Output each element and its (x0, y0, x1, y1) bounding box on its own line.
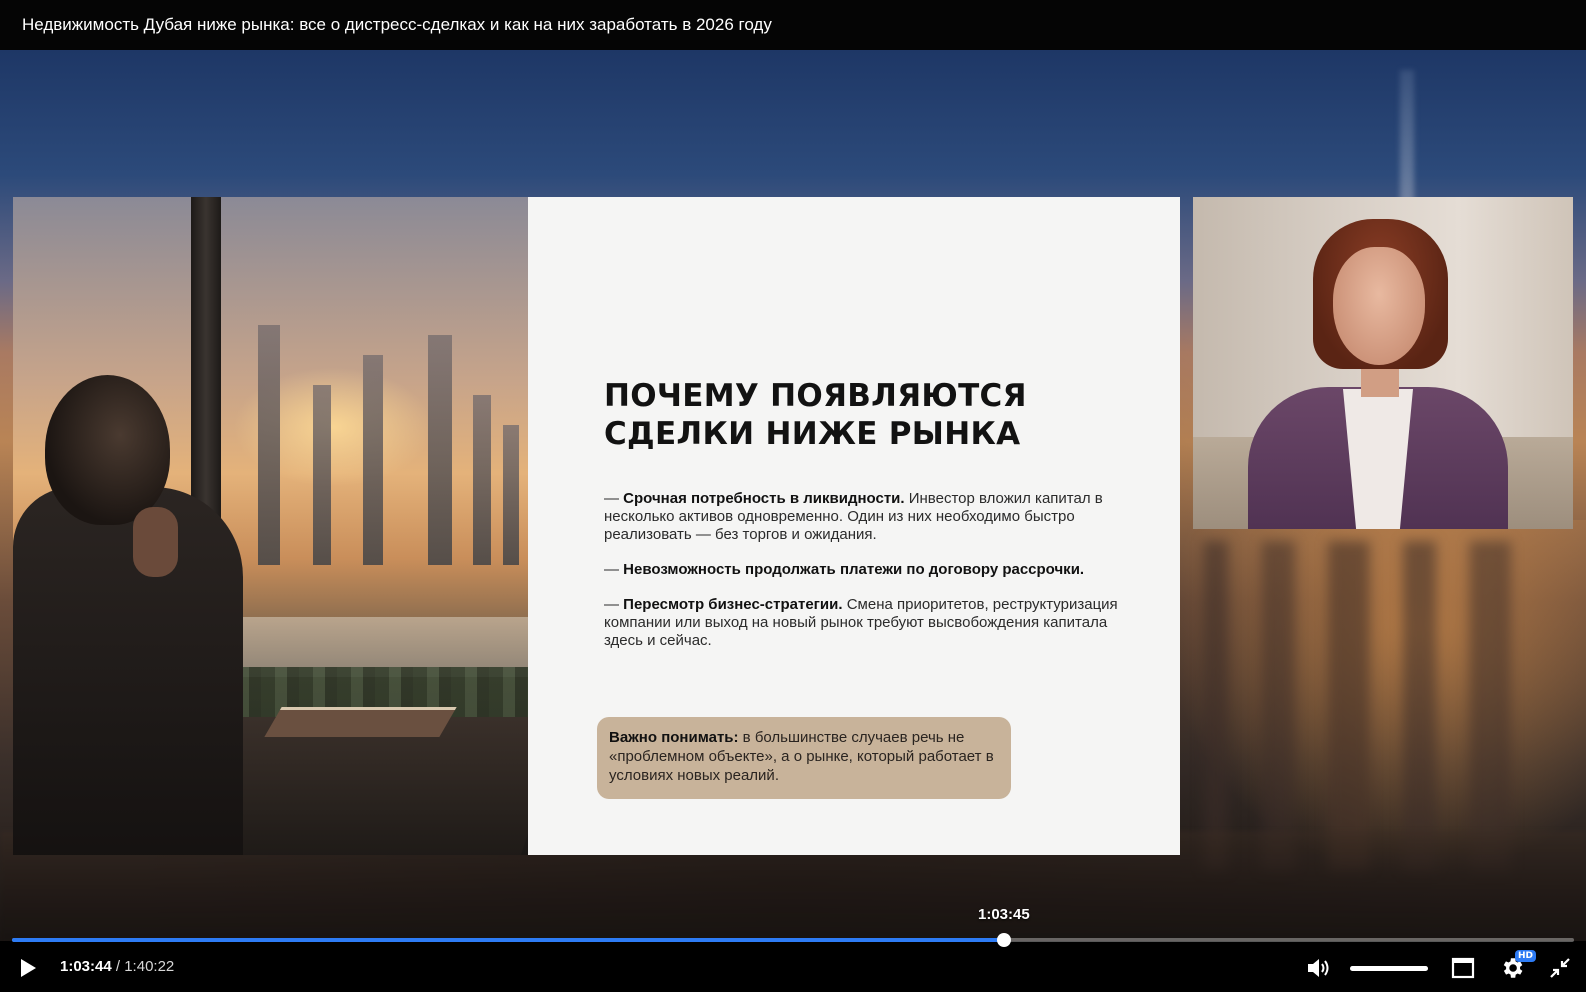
bullet-bold: Срочная потребность в ликвидности. (623, 490, 905, 507)
video-title-bar: Недвижимость Дубая ниже рынка: все о дис… (0, 0, 1586, 50)
background-tower (1400, 70, 1414, 210)
note-bold: Важно понимать: (609, 729, 739, 746)
slide-bullet-list: — Срочная потребность в ликвидности. Инв… (604, 490, 1134, 667)
man-hand (133, 507, 178, 577)
time-separator: / (111, 958, 125, 975)
current-time: 1:03:44 (60, 958, 112, 975)
hover-timestamp: 1:03:45 (978, 906, 1030, 923)
man-head (45, 375, 170, 525)
slide-heading: ПОЧЕМУ ПОЯВЛЯЮТСЯ СДЕЛКИ НИЖЕ РЫНКА (604, 377, 1124, 453)
bullet-dash: — (604, 561, 624, 578)
volume-icon[interactable] (1306, 956, 1332, 980)
progress-bar[interactable] (12, 933, 1574, 947)
slide-text-panel: ПОЧЕМУ ПОЯВЛЯЮТСЯ СДЕЛКИ НИЖЕ РЫНКА — Ср… (528, 197, 1180, 855)
skyscraper (428, 335, 452, 565)
bullet-bold: Невозможность продолжать платежи по дого… (623, 561, 1085, 578)
presenter-face (1333, 247, 1425, 365)
notebook (264, 707, 457, 737)
slide-heading-line2: СДЕЛКИ НИЖЕ РЫНКА (604, 416, 1021, 452)
progress-fill (12, 938, 1004, 942)
play-icon[interactable] (16, 956, 40, 980)
hd-badge: HD (1515, 950, 1537, 962)
exit-fullscreen-icon[interactable] (1549, 957, 1571, 979)
player-controls-bar (0, 941, 1586, 992)
slide-photo-man-at-window (13, 197, 528, 855)
slide-note-box: Важно понимать: в большинстве случаев ре… (597, 717, 1011, 799)
bullet-dash: — (604, 490, 624, 507)
skyscraper (258, 325, 280, 565)
slide-heading-line1: ПОЧЕМУ ПОЯВЛЯЮТСЯ (604, 378, 1027, 414)
video-frame[interactable]: ПОЧЕМУ ПОЯВЛЯЮТСЯ СДЕЛКИ НИЖЕ РЫНКА — Ср… (0, 50, 1586, 941)
time-display: 1:03:44 / 1:40:22 (60, 958, 174, 975)
skyscraper (473, 395, 491, 565)
man-silhouette (13, 487, 243, 855)
bullet-bold: Пересмотр бизнес-стратегии. (623, 596, 843, 613)
skyscraper (313, 385, 331, 565)
duration: 1:40:22 (124, 958, 175, 975)
background-skyline (1170, 541, 1586, 871)
bullet-dash: — (604, 596, 624, 613)
slide-bullet: — Пересмотр бизнес-стратегии. Смена прио… (604, 596, 1134, 650)
video-title: Недвижимость Дубая ниже рынка: все о дис… (22, 15, 772, 34)
slide-bullet: — Срочная потребность в ликвидности. Инв… (604, 490, 1134, 544)
volume-fill (1350, 966, 1428, 971)
skyscraper (363, 355, 383, 565)
presenter-webcam (1193, 197, 1573, 529)
skyscraper (503, 425, 519, 565)
progress-thumb[interactable] (996, 933, 1011, 947)
slide-bullet: — Невозможность продолжать платежи по до… (604, 561, 1134, 579)
theater-mode-icon[interactable] (1451, 957, 1475, 979)
volume-slider[interactable] (1350, 966, 1428, 971)
